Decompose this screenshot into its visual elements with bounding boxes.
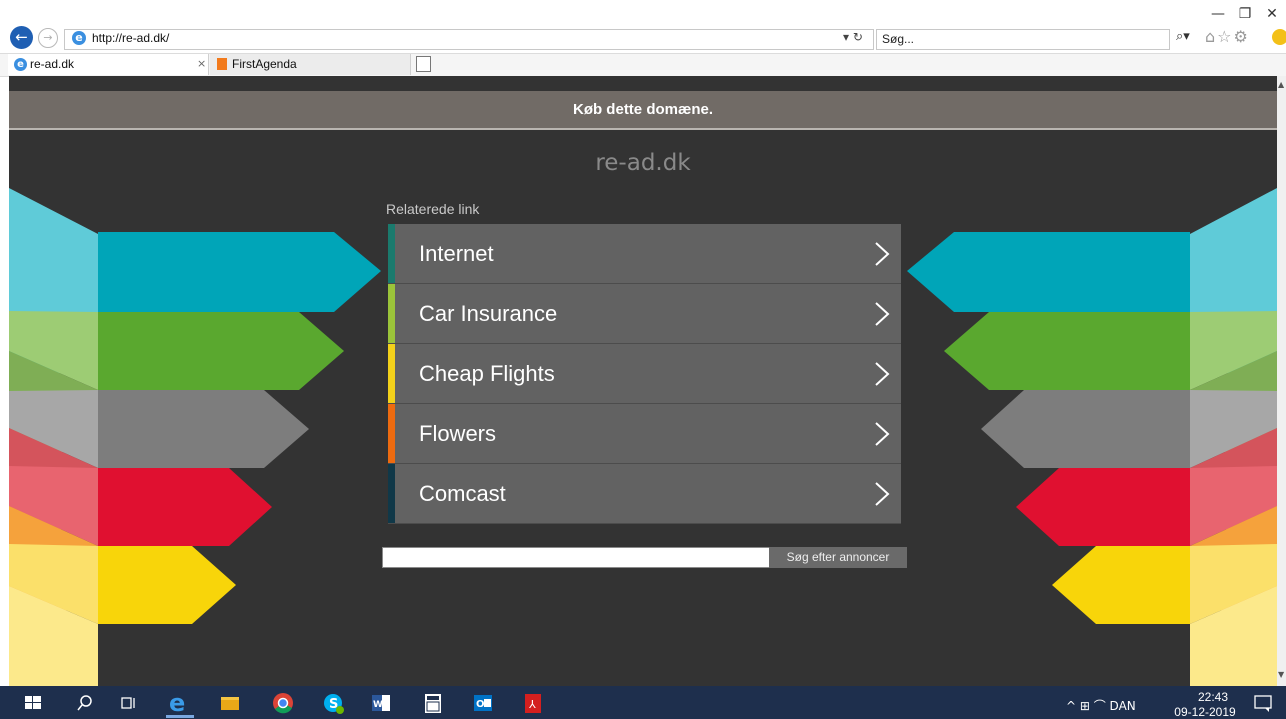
file-explorer-icon[interactable] bbox=[219, 690, 241, 716]
word-icon[interactable]: W bbox=[370, 690, 392, 716]
chevron-right-icon bbox=[875, 482, 890, 506]
calculator-icon[interactable] bbox=[423, 690, 443, 716]
svg-text:O: O bbox=[476, 699, 485, 710]
link-stripe bbox=[388, 344, 395, 403]
close-window-button[interactable]: ✕ bbox=[1259, 4, 1285, 24]
tab-close-icon[interactable]: × bbox=[197, 57, 206, 70]
system-tray[interactable]: ^ ⊞ ⌒ DAN bbox=[1066, 697, 1136, 714]
vertical-scrollbar[interactable] bbox=[1277, 76, 1286, 686]
link-cheap-flights[interactable]: Cheap Flights bbox=[388, 344, 901, 404]
refresh-icon[interactable]: ↻ bbox=[853, 30, 863, 44]
skype-icon[interactable]: S bbox=[322, 690, 346, 716]
link-label[interactable]: Flowers bbox=[419, 421, 496, 447]
chevron-right-icon bbox=[875, 302, 890, 326]
clock-time[interactable]: 22:43 bbox=[1190, 690, 1236, 704]
clock-date[interactable]: 09-12-2019 bbox=[1172, 705, 1238, 719]
chevron-right-icon bbox=[875, 422, 890, 446]
link-label[interactable]: Internet bbox=[419, 241, 494, 267]
new-tab-icon[interactable] bbox=[416, 56, 431, 72]
url-text[interactable]: http://re-ad.dk/ bbox=[92, 31, 169, 45]
chevron-right-icon bbox=[875, 362, 890, 386]
link-stripe bbox=[388, 464, 395, 523]
link-label[interactable]: Comcast bbox=[419, 481, 506, 507]
link-comcast[interactable]: Comcast bbox=[388, 464, 901, 524]
ie-icon: e bbox=[72, 31, 86, 45]
search-input[interactable]: Søg... bbox=[882, 32, 914, 46]
restore-button[interactable]: ❐ bbox=[1232, 4, 1258, 24]
toolbar-icons[interactable]: ⌂☆⚙ bbox=[1205, 27, 1250, 46]
link-internet[interactable]: Internet bbox=[388, 224, 901, 284]
link-flowers[interactable]: Flowers bbox=[388, 404, 901, 464]
svg-text:e: e bbox=[169, 690, 185, 716]
scroll-down-icon[interactable]: ▼ bbox=[1278, 670, 1284, 679]
back-button[interactable]: ← bbox=[10, 26, 33, 49]
task-view-icon[interactable] bbox=[120, 690, 138, 716]
link-label[interactable]: Cheap Flights bbox=[419, 361, 555, 387]
outlook-icon[interactable]: O bbox=[472, 690, 494, 716]
ie-icon: e bbox=[14, 58, 27, 71]
tab-label[interactable]: FirstAgenda bbox=[232, 57, 297, 71]
forward-button[interactable]: → bbox=[38, 28, 58, 48]
feedback-smiley-icon[interactable] bbox=[1272, 29, 1286, 45]
link-label[interactable]: Car Insurance bbox=[419, 301, 557, 327]
active-indicator bbox=[166, 715, 194, 718]
ad-search-input[interactable] bbox=[382, 547, 770, 568]
related-links-label: Relaterede link bbox=[386, 201, 480, 217]
svg-text:W: W bbox=[373, 700, 383, 710]
address-bar[interactable] bbox=[64, 29, 874, 50]
left-arrows bbox=[9, 188, 381, 686]
dropdown-icon[interactable]: ▾ bbox=[843, 30, 849, 44]
acrobat-icon[interactable]: ⅄ bbox=[523, 690, 543, 716]
link-stripe bbox=[388, 404, 395, 463]
ad-search-button[interactable]: Søg efter annoncer bbox=[769, 547, 907, 568]
link-stripe bbox=[388, 284, 395, 343]
chrome-icon[interactable] bbox=[272, 690, 294, 716]
domain-title: re-ad.dk bbox=[595, 150, 691, 176]
internet-explorer-icon[interactable]: e bbox=[166, 690, 192, 716]
right-arrows bbox=[907, 188, 1277, 686]
tab-label[interactable]: re-ad.dk bbox=[30, 57, 74, 71]
address-tools[interactable]: ▾ ↻ bbox=[843, 30, 863, 44]
related-links-list: Internet Car Insurance Cheap Flights Flo… bbox=[388, 224, 901, 524]
search-box[interactable] bbox=[876, 29, 1170, 50]
scroll-up-icon[interactable]: ▲ bbox=[1278, 80, 1284, 89]
svg-text:⅄: ⅄ bbox=[529, 698, 536, 711]
link-car-insurance[interactable]: Car Insurance bbox=[388, 284, 901, 344]
search-icon[interactable]: ⌕▾ bbox=[1176, 29, 1190, 44]
minimize-button[interactable]: — bbox=[1205, 4, 1231, 24]
search-icon[interactable] bbox=[76, 690, 94, 716]
notification-icon[interactable] bbox=[1252, 690, 1274, 716]
chevron-right-icon bbox=[875, 242, 890, 266]
windows-start-icon[interactable] bbox=[24, 690, 42, 716]
link-stripe bbox=[388, 224, 395, 283]
firstagenda-icon bbox=[217, 58, 227, 70]
buy-domain-link[interactable]: Køb dette domæne. bbox=[9, 101, 1277, 118]
